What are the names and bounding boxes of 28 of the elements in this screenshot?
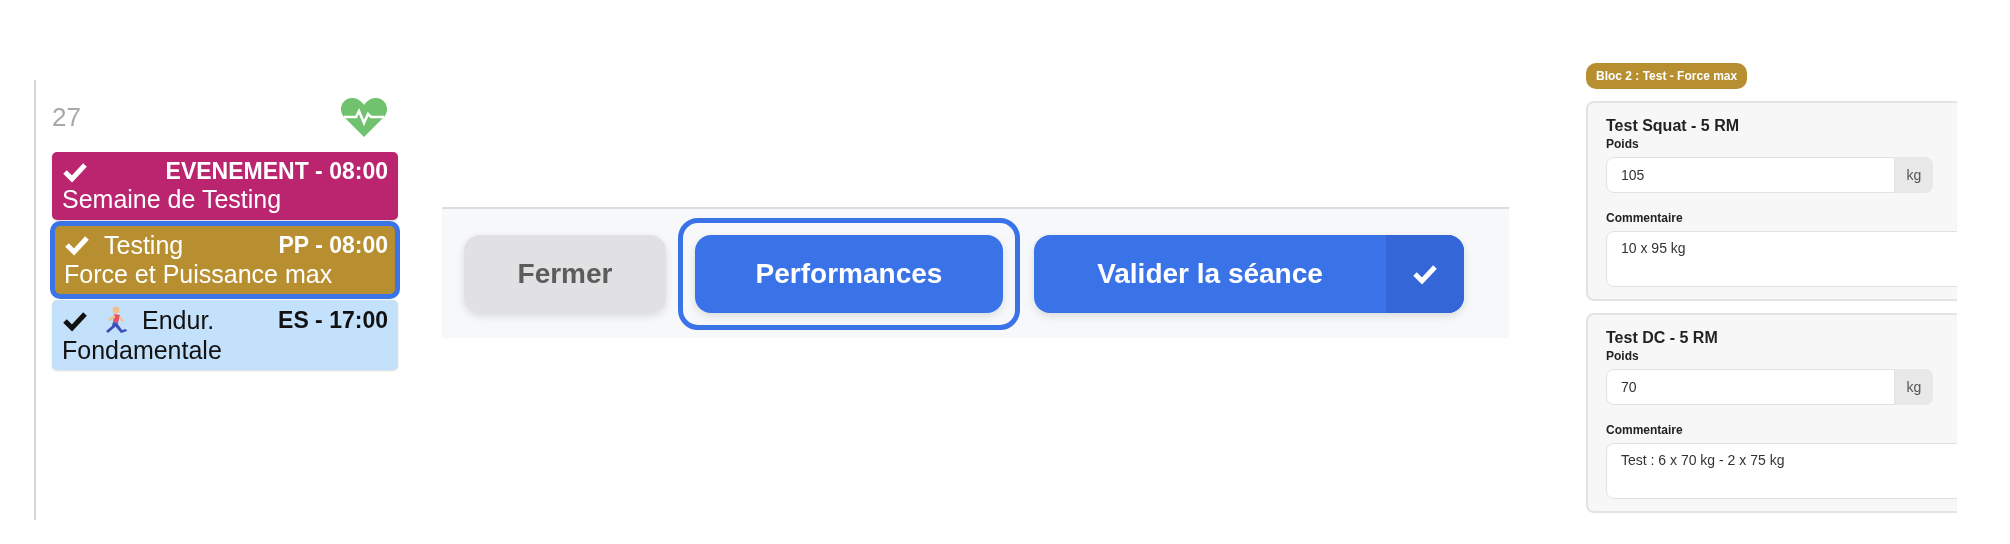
unit-addon: kg bbox=[1895, 157, 1933, 193]
event-name: Testing bbox=[104, 230, 184, 260]
event-tag: EVENEMENT - 08:00 bbox=[165, 158, 388, 185]
performances-button[interactable]: Performances bbox=[695, 234, 1003, 313]
block-badge: Bloc 2 : Test - Force max bbox=[1586, 63, 1748, 89]
field-label: Commentaire bbox=[1606, 211, 1684, 225]
weight-field[interactable]: 105 bbox=[1606, 157, 1895, 193]
field-label: Poids bbox=[1606, 349, 1640, 363]
comment-field[interactable]: Test : 6 x 70 kg - 2 x 75 kg bbox=[1606, 443, 1957, 499]
exercise-title: Test Squat - 5 RM bbox=[1606, 117, 1741, 135]
event-name: Endur. bbox=[142, 306, 215, 335]
event-card[interactable]: Endur. ES - 17:00 Fondamentale bbox=[52, 299, 398, 371]
field-label: Poids bbox=[1606, 137, 1640, 151]
exercise-title: Test DC - 5 RM bbox=[1606, 329, 1719, 347]
weight-field[interactable]: 70 bbox=[1606, 369, 1895, 405]
event-tag: ES - 17:00 bbox=[278, 307, 388, 334]
validate-button[interactable]: Valider la séance bbox=[1034, 234, 1464, 313]
event-title: Fondamentale bbox=[62, 335, 223, 365]
heart-pulse-icon bbox=[340, 96, 388, 138]
close-button[interactable]: Fermer bbox=[464, 234, 666, 313]
event-title: Semaine de Testing bbox=[62, 185, 283, 214]
comment-field[interactable]: 10 x 95 kg bbox=[1606, 231, 1957, 287]
field-label: Commentaire bbox=[1606, 423, 1684, 437]
event-title: Force et Puissance max bbox=[64, 259, 334, 289]
event-card[interactable]: EVENEMENT - 08:00 Semaine de Testing bbox=[52, 152, 398, 220]
day-number: 27 bbox=[52, 101, 81, 133]
unit-addon: kg bbox=[1895, 369, 1933, 405]
event-tag: PP - 08:00 bbox=[278, 231, 388, 259]
